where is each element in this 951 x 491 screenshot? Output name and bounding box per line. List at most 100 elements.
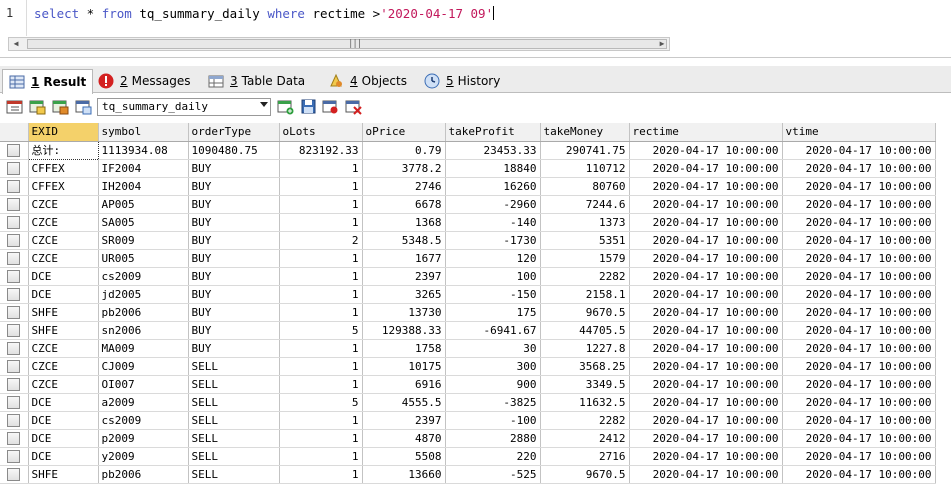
table-cell[interactable]: 175 bbox=[445, 303, 541, 322]
column-header[interactable]: orderType bbox=[188, 123, 280, 142]
save-icon[interactable] bbox=[300, 98, 317, 115]
table-cell[interactable]: 3349.5 bbox=[540, 375, 630, 394]
table-cell[interactable]: 11632.5 bbox=[540, 393, 630, 412]
table-cell[interactable]: 2020-04-17 10:00:00 bbox=[629, 357, 783, 376]
table-cell[interactable]: 2020-04-17 10:00:00 bbox=[782, 177, 936, 196]
table-cell[interactable]: SHFE bbox=[28, 465, 99, 484]
table-cell[interactable]: sn2006 bbox=[98, 321, 189, 340]
table-cell[interactable]: DCE bbox=[28, 429, 99, 448]
export-icon[interactable] bbox=[6, 98, 23, 115]
row-checkbox[interactable] bbox=[7, 143, 21, 157]
table-cell[interactable]: 23453.33 bbox=[445, 141, 541, 160]
scrollbar-thumb[interactable]: ||| bbox=[27, 39, 667, 49]
table-cell[interactable]: SHFE bbox=[28, 303, 99, 322]
table-cell[interactable]: 2020-04-17 10:00:00 bbox=[629, 303, 783, 322]
table-cell[interactable]: 2020-04-17 10:00:00 bbox=[782, 411, 936, 430]
table-cell[interactable]: CZCE bbox=[28, 213, 99, 232]
table-cell[interactable]: pb2006 bbox=[98, 465, 189, 484]
table-cell[interactable]: SELL bbox=[188, 357, 280, 376]
table-cell[interactable]: DCE bbox=[28, 411, 99, 430]
table-cell[interactable]: 120 bbox=[445, 249, 541, 268]
table-cell[interactable]: 1 bbox=[279, 447, 363, 466]
table-cell[interactable]: 1090480.75 bbox=[188, 141, 280, 160]
table-cell[interactable]: DCE bbox=[28, 285, 99, 304]
table-cell[interactable]: -525 bbox=[445, 465, 541, 484]
table-cell[interactable]: SELL bbox=[188, 429, 280, 448]
table-cell[interactable]: -140 bbox=[445, 213, 541, 232]
table-cell[interactable]: CZCE bbox=[28, 375, 99, 394]
table-cell[interactable]: 1 bbox=[279, 177, 363, 196]
table-row[interactable]: DCE a2009 SELL 5 4555.5 -3825 11632.5 2020-04-1… bbox=[0, 393, 936, 412]
table-cell[interactable]: 2397 bbox=[362, 267, 446, 286]
table-row[interactable]: SHFE pb2006 BUY 1 13730 175 9670.5 2020-04-17 1… bbox=[0, 303, 936, 322]
table-cell[interactable]: 2880 bbox=[445, 429, 541, 448]
row-checkbox[interactable] bbox=[7, 179, 21, 193]
table-cell[interactable]: 5 bbox=[279, 393, 363, 412]
table-cell[interactable]: CZCE bbox=[28, 249, 99, 268]
table-row[interactable]: DCE p2009 SELL 1 4870 2880 2412 2020-04-17 10:0… bbox=[0, 429, 936, 448]
table-cell[interactable]: a2009 bbox=[98, 393, 189, 412]
row-checkbox[interactable] bbox=[7, 215, 21, 229]
table-cell[interactable]: 9670.5 bbox=[540, 465, 630, 484]
table-cell[interactable]: 290741.75 bbox=[540, 141, 630, 160]
table-cell[interactable]: 1677 bbox=[362, 249, 446, 268]
table-cell[interactable]: -3825 bbox=[445, 393, 541, 412]
table-cell[interactable]: 9670.5 bbox=[540, 303, 630, 322]
tab-messages[interactable]: 2 Messages bbox=[92, 69, 197, 93]
table-row[interactable]: DCE jd2005 BUY 1 3265 -150 2158.1 2020-04-17 10… bbox=[0, 285, 936, 304]
table-cell[interactable]: DCE bbox=[28, 447, 99, 466]
row-checkbox[interactable] bbox=[7, 395, 21, 409]
table-row[interactable]: DCE cs2009 SELL 1 2397 -100 2282 2020-04-17 10:… bbox=[0, 411, 936, 430]
table-cell[interactable]: p2009 bbox=[98, 429, 189, 448]
tab-objects[interactable]: 4 Objects bbox=[322, 69, 413, 93]
table-cell[interactable]: SR009 bbox=[98, 231, 189, 250]
table-cell[interactable]: BUY bbox=[188, 303, 280, 322]
copy-grid-icon[interactable] bbox=[29, 98, 46, 115]
cancel-changes-icon[interactable] bbox=[322, 98, 339, 115]
table-cell[interactable]: 2020-04-17 10:00:00 bbox=[782, 285, 936, 304]
table-cell[interactable]: BUY bbox=[188, 339, 280, 358]
table-cell[interactable]: 2020-04-17 10:00:00 bbox=[782, 321, 936, 340]
table-cell[interactable]: 44705.5 bbox=[540, 321, 630, 340]
table-cell[interactable]: 129388.33 bbox=[362, 321, 446, 340]
table-cell[interactable]: 2282 bbox=[540, 267, 630, 286]
table-cell[interactable]: cs2009 bbox=[98, 267, 189, 286]
table-cell[interactable]: 2020-04-17 10:00:00 bbox=[629, 267, 783, 286]
table-cell[interactable]: 1113934.08 bbox=[98, 141, 189, 160]
column-header[interactable]: vtime bbox=[782, 123, 936, 142]
table-cell[interactable]: 2020-04-17 10:00:00 bbox=[782, 393, 936, 412]
table-cell[interactable]: 5348.5 bbox=[362, 231, 446, 250]
table-cell[interactable]: 2020-04-17 10:00:00 bbox=[782, 267, 936, 286]
table-cell[interactable]: 13660 bbox=[362, 465, 446, 484]
table-cell[interactable]: 3778.2 bbox=[362, 159, 446, 178]
table-cell[interactable]: 1 bbox=[279, 429, 363, 448]
table-cell[interactable]: CZCE bbox=[28, 195, 99, 214]
table-cell[interactable]: 100 bbox=[445, 267, 541, 286]
table-cell[interactable]: -150 bbox=[445, 285, 541, 304]
table-cell[interactable]: 10175 bbox=[362, 357, 446, 376]
table-row[interactable]: CZCE MA009 BUY 1 1758 30 1227.8 2020-04-17 10:0… bbox=[0, 339, 936, 358]
table-cell[interactable]: 2020-04-17 10:00:00 bbox=[629, 465, 783, 484]
table-cell[interactable]: 2020-04-17 10:00:00 bbox=[629, 285, 783, 304]
table-cell[interactable]: 1 bbox=[279, 195, 363, 214]
table-row[interactable]: SHFE pb2006 SELL 1 13660 -525 9670.5 2020-04-17… bbox=[0, 465, 936, 484]
row-checkbox[interactable] bbox=[7, 161, 21, 175]
table-cell[interactable]: 1 bbox=[279, 249, 363, 268]
table-cell[interactable]: SELL bbox=[188, 447, 280, 466]
table-cell[interactable]: 1 bbox=[279, 357, 363, 376]
table-cell[interactable]: 110712 bbox=[540, 159, 630, 178]
scroll-left-arrow-icon[interactable]: ◀ bbox=[9, 38, 23, 50]
table-cell[interactable]: 1 bbox=[279, 159, 363, 178]
table-cell[interactable]: 3265 bbox=[362, 285, 446, 304]
table-cell[interactable]: 1579 bbox=[540, 249, 630, 268]
sql-text[interactable]: select * from tq_summary_daily where rec… bbox=[34, 6, 495, 21]
chevron-down-icon[interactable] bbox=[260, 102, 268, 107]
table-row[interactable]: CZCE CJ009 SELL 1 10175 300 3568.25 2020-04-17 … bbox=[0, 357, 936, 376]
table-cell[interactable]: 3568.25 bbox=[540, 357, 630, 376]
table-cell[interactable]: 0.79 bbox=[362, 141, 446, 160]
form-view-icon[interactable] bbox=[75, 98, 92, 115]
table-cell[interactable]: 6916 bbox=[362, 375, 446, 394]
column-header[interactable]: oPrice bbox=[362, 123, 446, 142]
table-cell[interactable]: 5508 bbox=[362, 447, 446, 466]
table-cell[interactable]: DCE bbox=[28, 393, 99, 412]
